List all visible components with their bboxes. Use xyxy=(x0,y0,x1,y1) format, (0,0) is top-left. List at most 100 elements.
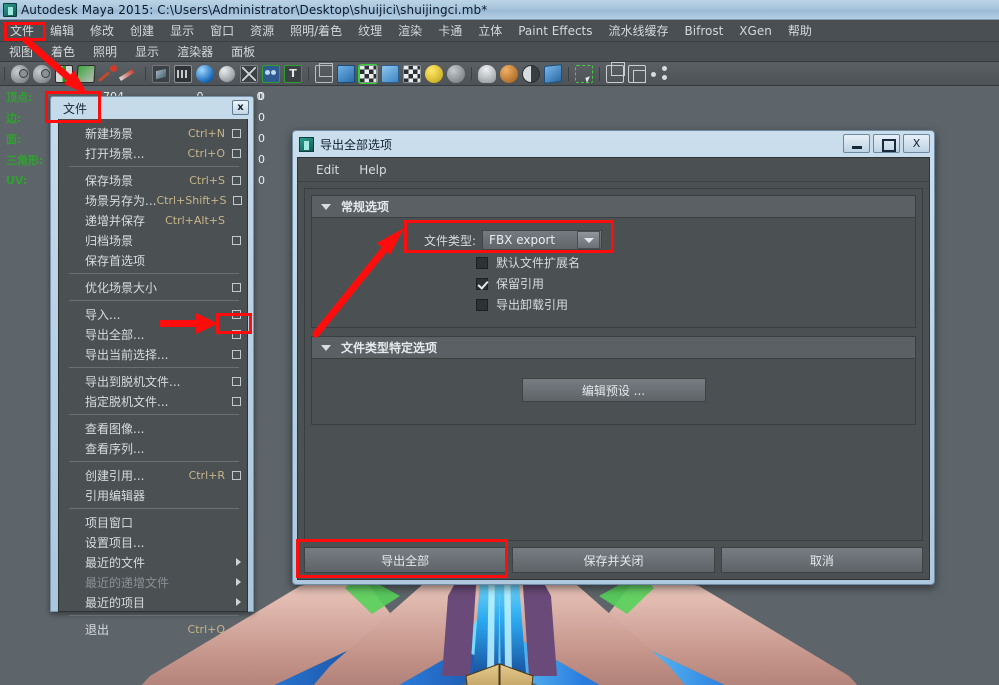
checkbox-2[interactable] xyxy=(476,298,488,311)
file-menu-item-17[interactable]: 项目窗口 xyxy=(59,512,247,532)
checkbox-row-2[interactable]: 导出卸载引用 xyxy=(312,294,915,315)
option-box-icon[interactable] xyxy=(232,175,241,185)
minimize-icon[interactable] xyxy=(843,134,870,153)
option-box-icon[interactable] xyxy=(232,376,241,386)
file-menu-item-15[interactable]: 创建引用... Ctrl+R xyxy=(59,465,247,485)
file-menu-item-0[interactable]: 新建场景 Ctrl+N xyxy=(59,123,247,143)
option-box-icon[interactable] xyxy=(232,470,241,480)
file-menu-item-6[interactable]: 保存首选项 xyxy=(59,250,247,270)
option-box-icon[interactable] xyxy=(232,396,241,406)
text-T-icon[interactable]: T xyxy=(284,64,302,83)
menu-item-7[interactable]: 照明/着色 xyxy=(282,20,350,42)
panel-menu-item-0[interactable]: 视图 xyxy=(0,43,42,60)
file-type-combo[interactable]: FBX export xyxy=(482,230,603,250)
torn-off-file-menu-panel[interactable]: 文件 x 新建场景 Ctrl+N 打开场景... Ctrl+O 保存场景 Ctrl+S 场景… xyxy=(50,96,254,637)
menu-item-3[interactable]: 创建 xyxy=(122,20,162,42)
menu-item-0[interactable]: 文件 xyxy=(2,20,42,42)
checkbox-0[interactable] xyxy=(476,256,488,269)
blue-sphere-icon[interactable] xyxy=(196,64,214,83)
option-box-icon[interactable] xyxy=(232,309,241,319)
general-options-header[interactable]: 常规选项 xyxy=(312,196,915,218)
file-menu-item-20[interactable]: 最近的递增文件 xyxy=(59,572,247,592)
green-shade-icon[interactable] xyxy=(76,64,96,83)
file-menu-item-21[interactable]: 最近的项目 xyxy=(59,592,247,612)
box-blue-icon[interactable] xyxy=(544,63,562,84)
pencil-icon[interactable] xyxy=(121,65,139,83)
menu-item-10[interactable]: 卡通 xyxy=(430,20,470,42)
file-menu-item-8[interactable]: 导入... xyxy=(59,304,247,324)
checkbox-1[interactable] xyxy=(476,277,488,290)
menu-item-2[interactable]: 修改 xyxy=(82,20,122,42)
file-menu-item-5[interactable]: 归档场景 xyxy=(59,230,247,250)
file-type-specific-header[interactable]: 文件类型特定选项 xyxy=(312,337,915,359)
chevron-right-icon[interactable] xyxy=(236,578,241,586)
option-box-icon[interactable] xyxy=(232,349,241,359)
panel-menu-item-1[interactable]: 着色 xyxy=(42,43,84,60)
close-icon[interactable]: x xyxy=(232,100,249,115)
menu-item-13[interactable]: 流水线缓存 xyxy=(601,20,677,42)
panel-menu-item-3[interactable]: 显示 xyxy=(126,43,168,60)
file-menu-item-4[interactable]: 递增并保存 Ctrl+Alt+S xyxy=(59,210,247,230)
file-menu-item-1[interactable]: 打开场景... Ctrl+O xyxy=(59,143,247,163)
file-menu-item-2[interactable]: 保存场景 Ctrl+S xyxy=(59,170,247,190)
menu-item-14[interactable]: Bifrost xyxy=(677,20,732,42)
file-menu-item-10[interactable]: 导出当前选择... xyxy=(59,344,247,364)
wireframe-icon[interactable] xyxy=(152,64,170,83)
file-menu-item-22[interactable]: 退出 Ctrl+Q xyxy=(59,619,247,639)
chevron-down-icon[interactable] xyxy=(321,203,331,210)
cube-blue2-icon[interactable] xyxy=(381,64,399,83)
dialog-footer-button-2[interactable]: 取消 xyxy=(720,547,923,573)
file-menu-item-19[interactable]: 最近的文件 xyxy=(59,552,247,572)
option-box-icon[interactable] xyxy=(232,282,241,292)
chevron-down-icon[interactable] xyxy=(321,344,331,351)
light-grey-icon[interactable] xyxy=(447,64,465,83)
checker-alt-icon[interactable] xyxy=(403,64,421,83)
file-menu-item-12[interactable]: 指定脱机文件... xyxy=(59,391,247,411)
texture-icon[interactable] xyxy=(262,64,280,83)
maximize-icon[interactable] xyxy=(873,134,900,153)
file-menu-item-11[interactable]: 导出到脱机文件... xyxy=(59,371,247,391)
close-icon[interactable]: X xyxy=(903,134,930,153)
export-all-options-dialog[interactable]: 导出全部选项 X EditHelp 常规选项 文件类型: FBX export xyxy=(292,130,935,585)
panel-menu-item-5[interactable]: 面板 xyxy=(222,43,264,60)
chevron-right-icon[interactable] xyxy=(236,558,241,566)
checker-icon[interactable] xyxy=(358,63,378,84)
menu-item-6[interactable]: 资源 xyxy=(242,20,282,42)
cube-outline-icon[interactable] xyxy=(606,61,625,83)
light-yellow-icon[interactable] xyxy=(425,64,443,83)
menu-item-15[interactable]: XGen xyxy=(731,20,780,42)
orange-sphere-icon[interactable] xyxy=(500,64,518,83)
dialog-footer-button-0[interactable]: 导出全部 xyxy=(304,547,507,573)
cube-wire-icon[interactable] xyxy=(315,62,333,83)
chevron-down-icon[interactable] xyxy=(577,231,601,249)
file-menu-item-16[interactable]: 引用编辑器 xyxy=(59,485,247,505)
cube-blue-icon[interactable] xyxy=(337,64,355,83)
file-menu-item-7[interactable]: 优化场景大小 xyxy=(59,277,247,297)
film-icon[interactable] xyxy=(174,64,192,83)
magic-wand-icon[interactable] xyxy=(99,64,117,83)
file-menu-item-9[interactable]: 导出全部... xyxy=(59,324,247,344)
grey-sphere-icon[interactable] xyxy=(218,64,236,83)
file-menu-item-13[interactable]: 查看图像... xyxy=(59,418,247,438)
chevron-right-icon[interactable] xyxy=(236,598,241,606)
option-box-icon[interactable] xyxy=(232,235,241,245)
option-box-icon[interactable] xyxy=(232,148,241,158)
marquee-select-icon[interactable] xyxy=(575,64,593,83)
file-menu-item-14[interactable]: 查看序列... xyxy=(59,438,247,458)
option-box-icon[interactable] xyxy=(232,128,241,138)
menu-item-4[interactable]: 显示 xyxy=(162,20,202,42)
double-square-icon[interactable] xyxy=(628,64,646,83)
file-menu-item-18[interactable]: 设置项目... xyxy=(59,532,247,552)
camera-lock-icon[interactable] xyxy=(33,64,51,83)
half-shade-icon[interactable] xyxy=(522,64,540,83)
dome-light-icon[interactable] xyxy=(478,64,496,83)
menu-item-9[interactable]: 渲染 xyxy=(390,20,430,42)
dialog-footer-button-1[interactable]: 保存并关闭 xyxy=(512,547,715,573)
dialog-menu-help[interactable]: Help xyxy=(349,163,396,177)
menu-item-12[interactable]: Paint Effects xyxy=(510,20,600,42)
book-icon[interactable] xyxy=(55,64,73,83)
option-box-icon[interactable] xyxy=(232,329,241,339)
xray-mesh-icon[interactable] xyxy=(240,64,258,83)
panel-menu-item-4[interactable]: 渲染器 xyxy=(168,43,222,60)
menu-item-8[interactable]: 纹理 xyxy=(350,20,390,42)
